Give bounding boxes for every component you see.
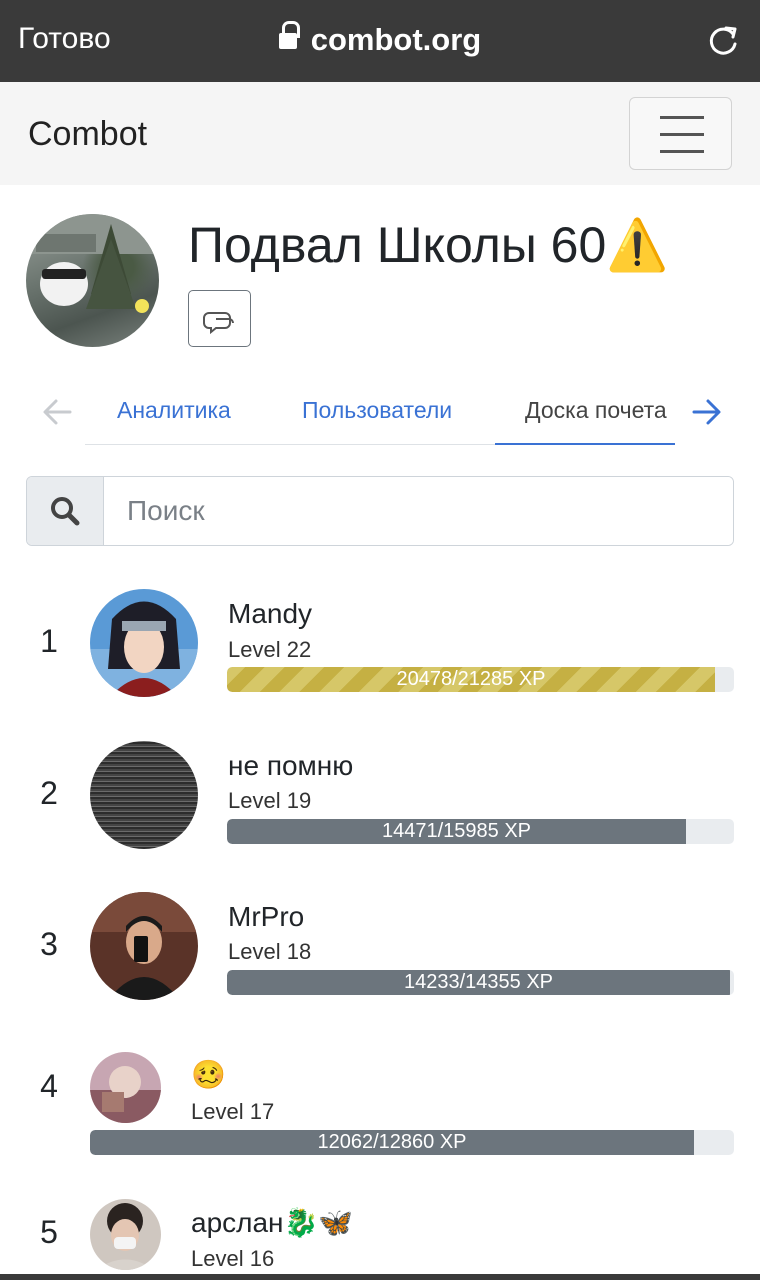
avatar[interactable]: [90, 892, 198, 1000]
brand-link[interactable]: Combot: [28, 115, 147, 154]
search-icon: [51, 497, 80, 526]
arrow-left-icon[interactable]: [42, 398, 72, 426]
search-group: [26, 476, 734, 546]
reload-icon[interactable]: [706, 24, 740, 58]
hamburger-menu-icon: [660, 133, 704, 136]
chat-bubbles-icon: [203, 312, 234, 335]
xp-progress-text: 14471/15985 XP: [381, 820, 532, 842]
rank-number: 1: [40, 623, 58, 659]
xp-progress-text: 20478/21285 XP: [396, 668, 546, 690]
user-name[interactable]: Mandy: [228, 598, 312, 630]
user-name[interactable]: MrPro: [228, 901, 304, 933]
tab-users[interactable]: Пользователи: [302, 397, 452, 424]
address-bar[interactable]: combot.org: [0, 21, 760, 58]
search-input[interactable]: [105, 477, 733, 545]
xp-progress-text: 14233/14355 XP: [403, 971, 554, 993]
xp-progress-bar: 14233/14355 XP: [227, 970, 734, 995]
xp-progress-bar: 12062/12860 XP: [90, 1130, 734, 1155]
menu-toggle-button[interactable]: [629, 97, 732, 170]
hamburger-menu-icon: [660, 116, 704, 119]
tab-analytics[interactable]: Аналитика: [117, 397, 231, 424]
hamburger-menu-icon: [660, 150, 704, 153]
user-name[interactable]: 🥴: [191, 1058, 226, 1091]
group-avatar: [26, 214, 159, 347]
user-level: Level 17: [191, 1099, 275, 1124]
user-name[interactable]: арслан🐉🦋: [191, 1206, 353, 1239]
arrow-right-icon[interactable]: [692, 398, 722, 426]
avatar-image: [90, 589, 198, 697]
tab-leaderboard[interactable]: Доска почета: [525, 397, 677, 424]
active-tab-indicator: [495, 443, 675, 445]
chat-button[interactable]: [188, 290, 251, 347]
avatar[interactable]: [90, 589, 198, 697]
url-text: combot.org: [310, 22, 482, 57]
site-navbar: Combot: [0, 82, 760, 185]
browser-toolbar: Готово combot.org: [0, 0, 760, 82]
user-name[interactable]: не помню: [228, 750, 353, 782]
avatar-image: [90, 892, 198, 1000]
xp-progress-bar: 14471/15985 XP: [227, 819, 734, 844]
avatar[interactable]: [90, 741, 198, 849]
xp-progress-text: 12062/12860 XP: [317, 1131, 467, 1153]
lock-icon: [278, 21, 300, 51]
bottom-edge: [0, 1274, 760, 1280]
xp-progress-bar: 20478/21285 XP: [227, 667, 734, 692]
page-title: Подвал Школы 60⚠️: [188, 217, 669, 273]
rank-number: 2: [40, 775, 58, 811]
avatar-image: [90, 1052, 161, 1123]
rank-number: 3: [40, 926, 58, 962]
user-level: Level 16: [191, 1246, 275, 1271]
avatar-image: [90, 1199, 161, 1270]
user-level: Level 18: [228, 939, 312, 964]
rank-number: 4: [40, 1068, 58, 1104]
group-avatar-image: [26, 214, 159, 313]
user-level: Level 22: [228, 637, 312, 662]
user-level: Level 19: [228, 788, 312, 813]
search-addon: [27, 477, 104, 545]
section-tabs: Аналитика Пользователи Доска почета: [0, 380, 760, 446]
avatar[interactable]: [90, 1052, 161, 1123]
avatar[interactable]: [90, 1199, 161, 1270]
rank-number: 5: [40, 1214, 58, 1250]
